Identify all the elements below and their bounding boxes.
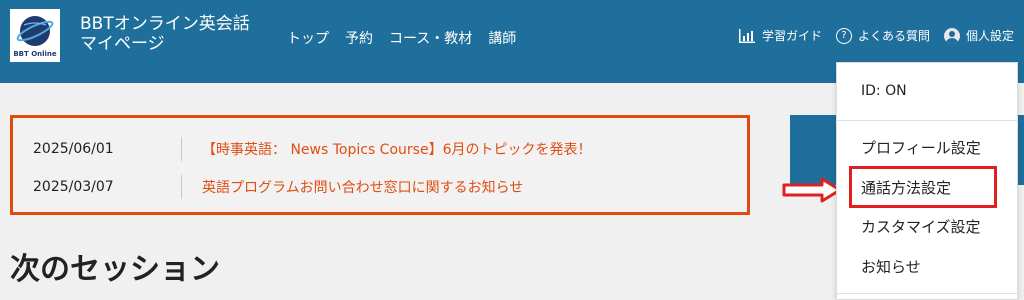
news-row: 2025/06/01 【時事英語： News Topics Course】6月の… xyxy=(13,134,747,164)
globe-logo-icon xyxy=(16,16,54,46)
nav-courses[interactable]: コース・教材 xyxy=(389,28,472,48)
help-icon: ? xyxy=(835,27,852,44)
next-session-heading: 次のセッション xyxy=(10,252,220,287)
utility-nav: 学習ガイド ? よくある質問 個人設定 xyxy=(730,27,1014,44)
menu-profile-settings[interactable]: プロフィール設定 xyxy=(861,137,981,158)
app-title: BBTオンライン英会話 マイページ xyxy=(80,14,250,54)
app-title-line1: BBTオンライン英会話 xyxy=(80,14,250,34)
nav-teachers[interactable]: 講師 xyxy=(488,28,516,48)
nav-reservation[interactable]: 予約 xyxy=(345,28,373,48)
main-nav: トップ 予約 コース・教材 講師 xyxy=(287,28,516,48)
faq-label: よくある質問 xyxy=(857,29,930,43)
highlight-box xyxy=(849,166,997,208)
menu-customize-settings[interactable]: カスタマイズ設定 xyxy=(861,216,981,237)
study-guide-link[interactable]: 学習ガイド xyxy=(738,27,822,44)
divider xyxy=(837,293,1017,294)
news-separator xyxy=(181,175,182,199)
news-box: 2025/06/01 【時事英語： News Topics Course】6月の… xyxy=(10,115,750,215)
news-link[interactable]: 【時事英語： News Topics Course】6月のトピックを発表！ xyxy=(202,139,591,159)
divider xyxy=(837,120,1017,121)
logo-text: BBT Online xyxy=(13,50,57,58)
brand-logo[interactable]: BBT Online xyxy=(10,9,60,62)
news-row: 2025/03/07 英語プログラムお問い合わせ窓口に関するお知らせ xyxy=(13,172,747,202)
faq-link[interactable]: ? よくある質問 xyxy=(835,27,930,44)
user-avatar-icon xyxy=(943,27,960,44)
study-guide-label: 学習ガイド xyxy=(761,29,822,43)
app-title-line2: マイページ xyxy=(80,34,165,54)
annotation-arrow-icon xyxy=(782,177,842,203)
nav-top[interactable]: トップ xyxy=(287,28,329,48)
bar-chart-icon xyxy=(738,28,755,43)
personal-settings-menu[interactable]: 個人設定 xyxy=(943,27,1014,44)
user-id: ID: ON xyxy=(861,83,907,99)
news-date: 2025/03/07 xyxy=(33,179,114,195)
news-separator xyxy=(181,137,182,161)
menu-notifications[interactable]: お知らせ xyxy=(861,256,921,277)
personal-settings-label: 個人設定 xyxy=(965,29,1014,43)
news-date: 2025/06/01 xyxy=(33,141,114,157)
news-link[interactable]: 英語プログラムお問い合わせ窓口に関するお知らせ xyxy=(202,177,523,197)
